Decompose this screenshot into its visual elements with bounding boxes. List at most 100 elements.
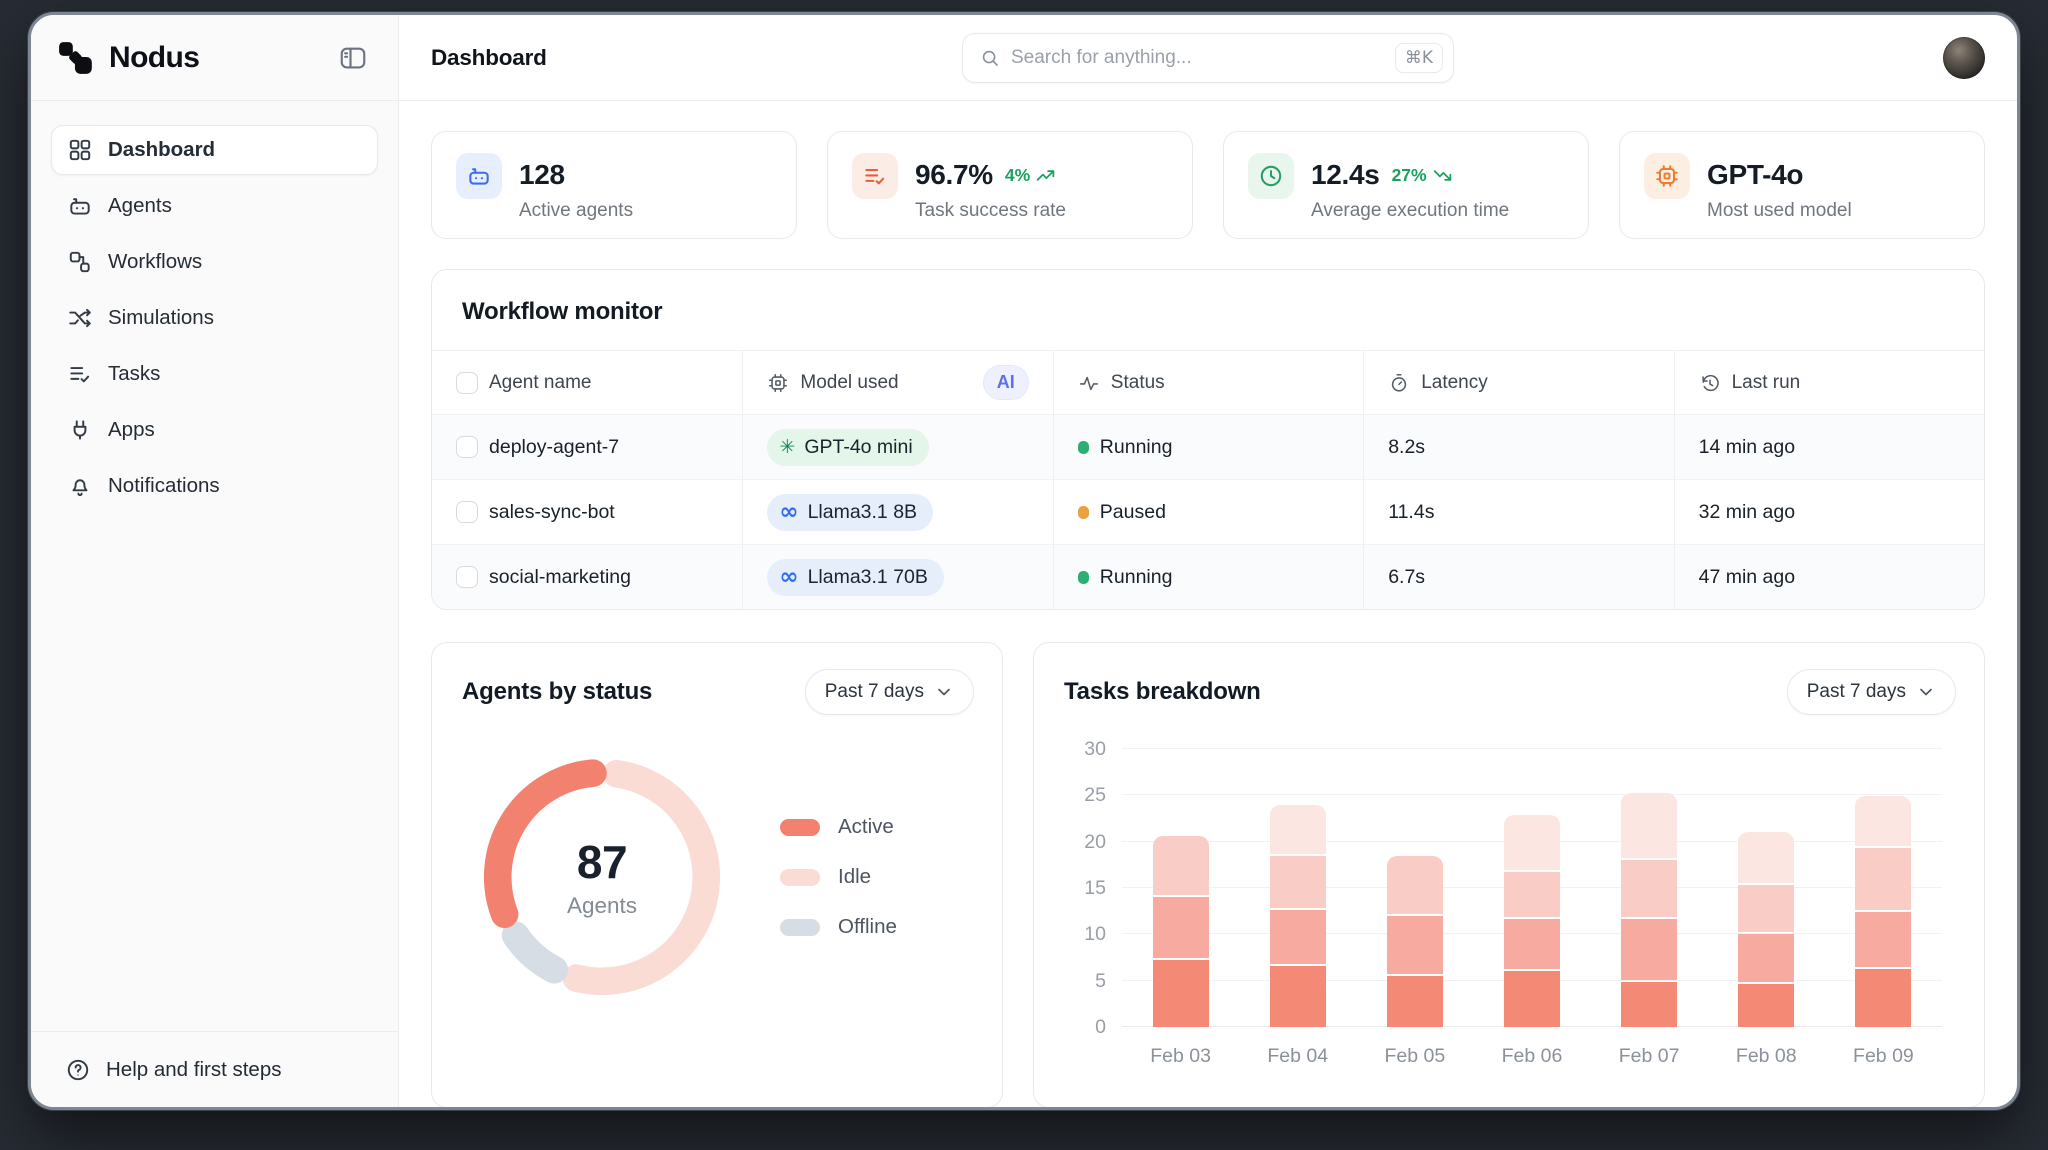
stat-card-execution-time: 12.4s 27% Average execution time	[1223, 131, 1589, 239]
stat-value: 128	[519, 159, 565, 190]
search-shortcut-badge: ⌘K	[1394, 42, 1443, 73]
plug-icon	[67, 417, 93, 443]
sidebar-item-tasks[interactable]: Tasks	[51, 349, 378, 399]
donut-center-value: 87	[576, 836, 628, 888]
sidebar-item-workflows[interactable]: Workflows	[51, 237, 378, 287]
latency-value: 8.2s	[1363, 415, 1673, 479]
cpu-icon	[1644, 153, 1690, 199]
status-dot	[1077, 440, 1089, 454]
sidebar-item-label: Tasks	[108, 362, 161, 385]
sidebar-item-label: Dashboard	[108, 138, 216, 161]
stat-delta: 27%	[1392, 165, 1453, 186]
latency-value: 6.7s	[1363, 545, 1673, 609]
model-badge: ∞ Llama3.1 8B	[767, 493, 934, 531]
table-row[interactable]: social-marketing ∞ Llama3.1 70B Running 6…	[432, 544, 1984, 609]
agent-name: deploy-agent-7	[489, 435, 620, 458]
gridline	[1122, 748, 1942, 749]
chevron-down-icon	[1920, 688, 1932, 696]
y-axis-tick: 25	[1084, 784, 1106, 807]
trend-down-icon	[1433, 169, 1451, 181]
stat-label: Task success rate	[915, 200, 1066, 221]
workflow-nodes-icon	[67, 249, 93, 275]
sidebar: Nodus Dashboard Agents Workflows Simulat…	[31, 15, 399, 1107]
topbar: Dashboard ⌘K	[399, 15, 2017, 101]
sidebar-item-dashboard[interactable]: Dashboard	[51, 125, 378, 175]
bar-segment	[1738, 983, 1795, 1027]
stat-value: 96.7%	[915, 159, 993, 190]
donut-center-label: Agents	[566, 893, 638, 918]
donut-legend: Active Idle Offline	[780, 815, 897, 939]
sidebar-item-label: Apps	[108, 418, 155, 441]
search-box[interactable]: ⌘K	[962, 32, 1454, 83]
x-axis-label: Feb 09	[1853, 1045, 1914, 1067]
sidebar-item-label: Workflows	[108, 250, 203, 273]
y-axis-tick: 15	[1084, 877, 1106, 899]
bar-segment	[1269, 804, 1326, 854]
bar-segment	[1504, 872, 1560, 917]
bar-segment	[1504, 918, 1560, 969]
page-title: Dashboard	[431, 44, 547, 70]
bar-segment	[1621, 793, 1678, 859]
bar-segment	[1855, 848, 1912, 911]
table-row[interactable]: sales-sync-bot ∞ Llama3.1 8B Paused 11.4s…	[432, 479, 1984, 544]
last-run-value: 14 min ago	[1673, 415, 1984, 479]
last-run-value: 32 min ago	[1673, 480, 1984, 544]
x-axis-label: Feb 06	[1501, 1045, 1563, 1067]
column-header-latency: Latency	[1363, 350, 1674, 414]
sidebar-item-label: Notifications	[108, 474, 220, 497]
sidebar-item-notifications[interactable]: Notifications	[51, 461, 378, 511]
legend-swatch	[780, 868, 820, 886]
help-link-label: Help and first steps	[106, 1057, 282, 1081]
bottom-cards: Agents by status Past 7 days 87 Agents A…	[431, 642, 1985, 1107]
sidebar-item-agents[interactable]: Agents	[51, 181, 378, 231]
range-dropdown[interactable]: Past 7 days	[804, 669, 974, 715]
search-input[interactable]	[1011, 46, 1385, 69]
status-label: Running	[1099, 435, 1173, 458]
column-header-status: Status	[1052, 350, 1364, 414]
column-header-agent-name: Agent name	[432, 350, 743, 414]
x-axis-label: Feb 03	[1150, 1045, 1211, 1067]
dashboard-grid-icon	[67, 137, 93, 163]
table-row[interactable]: deploy-agent-7 ✳ GPT-4o mini Running 8.2s…	[432, 414, 1984, 479]
help-link[interactable]: Help and first steps	[31, 1031, 398, 1107]
sidebar-item-label: Agents	[108, 194, 172, 217]
bar-segment	[1269, 910, 1326, 964]
bar-segment	[1152, 897, 1209, 958]
legend-item-active: Active	[780, 815, 897, 839]
row-checkbox[interactable]	[456, 436, 478, 458]
x-axis-label: Feb 04	[1267, 1045, 1329, 1067]
sidebar-item-apps[interactable]: Apps	[51, 405, 378, 455]
legend-item-offline: Offline	[780, 915, 897, 939]
bar-segment	[1152, 836, 1209, 896]
stat-label: Active agents	[519, 200, 634, 221]
sidebar-nav: Dashboard Agents Workflows Simulations T…	[31, 101, 398, 535]
x-axis-label: Feb 07	[1618, 1045, 1680, 1067]
workflow-monitor-title: Workflow monitor	[462, 298, 663, 325]
status-dot	[1077, 505, 1089, 519]
openai-logo-icon: ✳	[779, 435, 796, 458]
bar-segment	[1738, 885, 1795, 932]
sidebar-item-label: Simulations	[108, 306, 214, 329]
stat-value: GPT-4o	[1707, 159, 1804, 190]
bar-segment	[1621, 981, 1678, 1027]
sidebar-item-simulations[interactable]: Simulations	[51, 293, 378, 343]
y-axis-tick: 0	[1095, 1016, 1106, 1038]
bar-segment	[1621, 918, 1678, 980]
status-label: Running	[1099, 565, 1173, 588]
select-all-checkbox[interactable]	[456, 371, 478, 394]
robot-icon	[456, 153, 502, 199]
y-axis-tick: 20	[1084, 830, 1106, 853]
workflow-monitor-card: Workflow monitor Agent name Model used A…	[431, 269, 1985, 610]
sidebar-toggle-icon[interactable]	[334, 39, 372, 77]
row-checkbox[interactable]	[456, 501, 478, 523]
avatar[interactable]	[1943, 36, 1985, 79]
tasks-breakdown-title: Tasks breakdown	[1064, 678, 1261, 705]
bar-segment	[1269, 966, 1326, 1027]
range-dropdown[interactable]: Past 7 days	[1786, 669, 1956, 715]
shuffle-icon	[67, 305, 93, 331]
dashboard-content: 128 Active agents 96.7% 4% Task success …	[399, 101, 2017, 1107]
bar-segment	[1504, 814, 1560, 871]
stat-card-active-agents: 128 Active agents	[431, 131, 797, 239]
row-checkbox[interactable]	[456, 566, 478, 588]
agent-name: social-marketing	[489, 565, 631, 588]
